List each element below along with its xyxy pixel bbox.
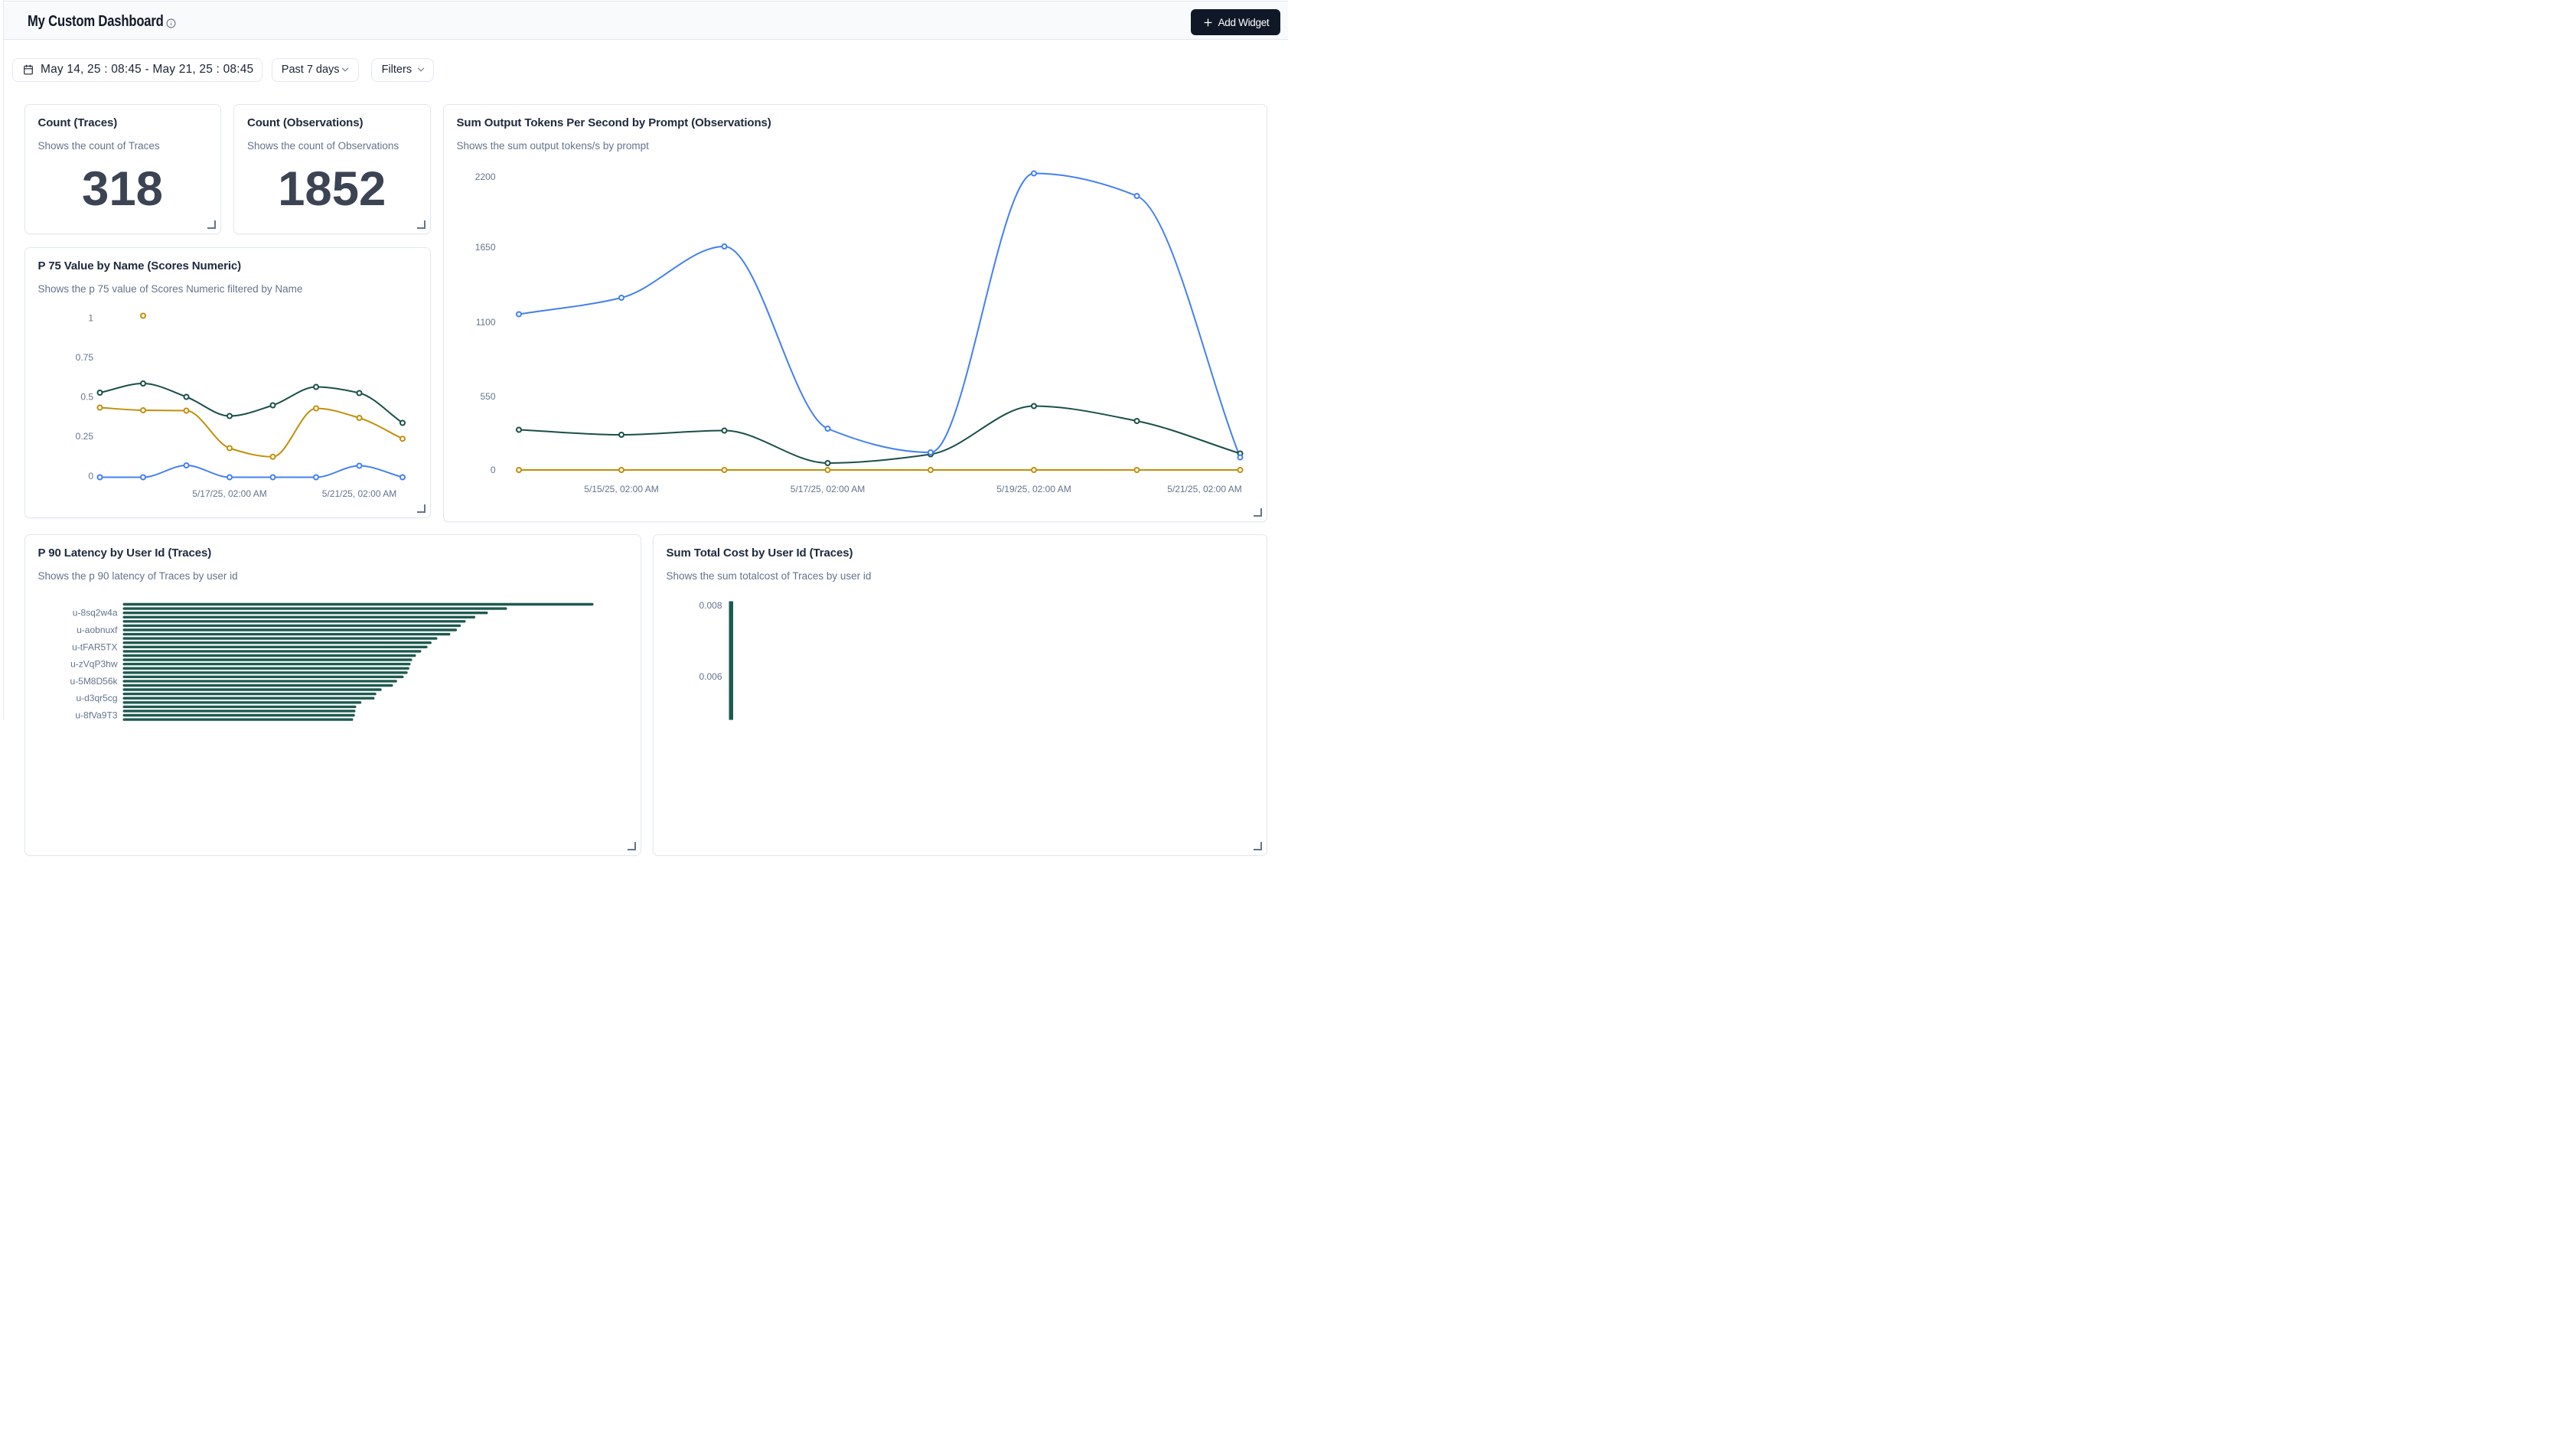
svg-text:0: 0 xyxy=(490,465,495,475)
svg-text:1100: 1100 xyxy=(475,317,495,328)
svg-text:0: 0 xyxy=(88,471,93,481)
svg-text:1650: 1650 xyxy=(474,242,495,253)
svg-text:5/17/25, 02:00 AM: 5/17/25, 02:00 AM xyxy=(192,488,266,499)
svg-text:0.75: 0.75 xyxy=(75,352,93,363)
svg-text:2200: 2200 xyxy=(474,171,495,182)
svg-text:5/21/25, 02:00 AM: 5/21/25, 02:00 AM xyxy=(1167,484,1241,494)
svg-text:u-tFAR5TX: u-tFAR5TX xyxy=(72,641,117,652)
svg-text:550: 550 xyxy=(480,391,495,402)
svg-text:5/21/25, 02:00 AM: 5/21/25, 02:00 AM xyxy=(321,488,396,499)
svg-text:0.008: 0.008 xyxy=(699,600,722,611)
svg-text:0.5: 0.5 xyxy=(80,391,93,402)
svg-text:u-zVqP3hw: u-zVqP3hw xyxy=(70,659,118,670)
svg-text:5/17/25, 02:00 AM: 5/17/25, 02:00 AM xyxy=(790,484,864,494)
svg-text:u-aobnuxf: u-aobnuxf xyxy=(77,625,118,635)
svg-text:u-8sq2w4a: u-8sq2w4a xyxy=(72,608,117,618)
svg-text:u-5M8D56k: u-5M8D56k xyxy=(70,676,118,687)
svg-text:u-8fVa9T3: u-8fVa9T3 xyxy=(75,710,117,721)
svg-text:0.006: 0.006 xyxy=(699,671,722,682)
svg-text:5/15/25, 02:00 AM: 5/15/25, 02:00 AM xyxy=(584,484,658,494)
svg-text:1: 1 xyxy=(88,312,93,323)
svg-text:5/19/25, 02:00 AM: 5/19/25, 02:00 AM xyxy=(996,484,1071,494)
svg-text:u-d3qr5cg: u-d3qr5cg xyxy=(76,693,117,703)
svg-text:0.25: 0.25 xyxy=(75,431,93,442)
